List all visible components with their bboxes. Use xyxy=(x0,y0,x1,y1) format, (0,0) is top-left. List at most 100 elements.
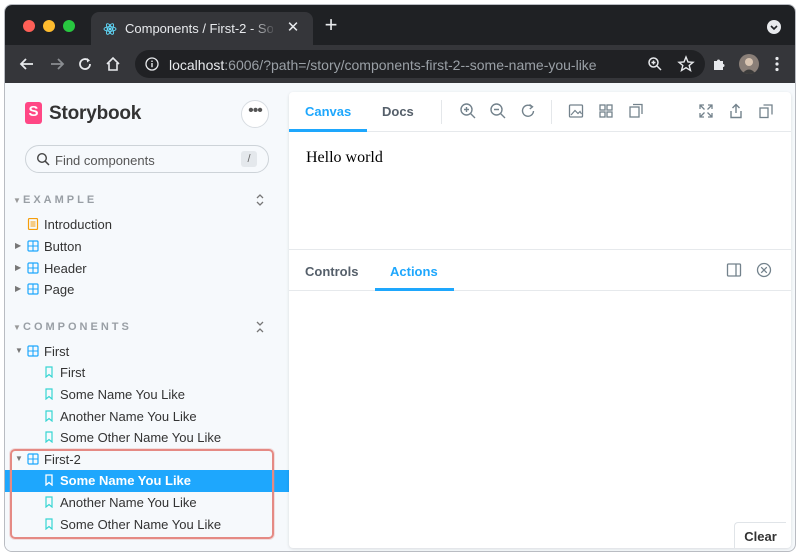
sidebar-story-another-name[interactable]: Another Name You Like xyxy=(5,406,289,428)
sidebar-item-first[interactable]: ▼ First xyxy=(5,341,289,363)
expand-all-icon[interactable] xyxy=(253,193,267,207)
addons-panel: Controls Actions Clear xyxy=(289,249,791,548)
component-icon xyxy=(27,262,39,274)
info-icon[interactable] xyxy=(145,57,159,71)
sidebar-item-label: Some Name You Like xyxy=(60,387,186,402)
brand-name: Storybook xyxy=(49,103,142,124)
search-input[interactable]: Find components / xyxy=(25,145,269,173)
browser-window: Components / First-2 - Some Name You Lik… xyxy=(4,4,796,552)
active-tab-indicator xyxy=(289,129,367,132)
search-icon xyxy=(36,152,50,166)
component-icon xyxy=(27,240,39,252)
bookmark-star-icon[interactable] xyxy=(677,55,695,73)
component-icon xyxy=(27,345,39,357)
toolbar-divider xyxy=(551,100,552,124)
sidebar-item-button[interactable]: ▶ Button xyxy=(5,236,289,258)
new-tab-button[interactable]: + xyxy=(323,14,339,36)
storybook-sidebar: S Storybook ••• Find components / ▼ EXAMP… xyxy=(5,83,289,551)
tab-title-fade xyxy=(251,16,277,40)
caret-down-icon: ▼ xyxy=(15,346,23,355)
preview-toolbar: Canvas Docs xyxy=(289,92,791,132)
zoom-in-icon[interactable] xyxy=(459,102,477,120)
url-text: localhost:6006/?path=/story/components-f… xyxy=(169,57,597,73)
grid-icon[interactable] xyxy=(597,102,615,120)
tab-actions[interactable]: Actions xyxy=(390,264,438,279)
tab-docs[interactable]: Docs xyxy=(382,104,414,119)
sidebar-story-some-name[interactable]: Some Name You Like xyxy=(5,384,289,406)
address-bar[interactable]: localhost:6006/?path=/story/components-f… xyxy=(135,50,705,78)
sidebar-item-header[interactable]: ▶ Header xyxy=(5,258,289,280)
copy-link-icon[interactable] xyxy=(757,102,775,120)
tab-canvas[interactable]: Canvas xyxy=(305,104,351,119)
reload-icon[interactable] xyxy=(75,54,95,74)
more-vertical-icon[interactable] xyxy=(767,54,787,74)
annotation-highlight-box xyxy=(10,449,274,539)
sidebar-item-introduction[interactable]: Introduction xyxy=(5,214,289,236)
share-icon[interactable] xyxy=(727,102,745,120)
sidebar-item-label: First xyxy=(60,365,86,380)
sidebar-story-some-other-name[interactable]: Some Other Name You Like xyxy=(5,427,289,449)
section-title-components[interactable]: ▼ COMPONENTS xyxy=(13,321,132,335)
caret-right-icon: ▶ xyxy=(15,263,22,272)
back-icon[interactable] xyxy=(17,54,37,74)
maximize-window-button[interactable] xyxy=(63,20,75,32)
tab-strip: Components / First-2 - Some Name You Lik… xyxy=(5,5,795,45)
caret-down-icon: ▼ xyxy=(13,196,21,205)
url-path: :6006/?path=/story/components-first-2--s… xyxy=(224,57,597,73)
section-label: COMPONENTS xyxy=(23,321,132,333)
sidebar-item-label: Another Name You Like xyxy=(60,409,197,424)
fullscreen-icon[interactable] xyxy=(697,102,715,120)
sidebar-item-label: Button xyxy=(44,239,82,254)
zoom-reset-icon[interactable] xyxy=(519,102,537,120)
logo-letter: S xyxy=(28,103,39,120)
browser-tab[interactable]: Components / First-2 - Some Name You Lik… xyxy=(91,12,313,45)
storybook-logo-icon: S xyxy=(25,102,42,124)
tab-search-icon[interactable] xyxy=(767,20,781,34)
bookmark-icon xyxy=(45,431,53,443)
bookmark-icon xyxy=(45,388,53,400)
sidebar-item-label: Introduction xyxy=(44,217,112,232)
zoom-out-icon[interactable] xyxy=(489,102,507,120)
close-tab-icon[interactable]: ✕ xyxy=(285,20,301,36)
clear-actions-button[interactable]: Clear xyxy=(734,522,786,548)
caret-right-icon: ▶ xyxy=(15,284,22,293)
react-icon xyxy=(103,23,117,35)
panel-orientation-icon[interactable] xyxy=(725,261,743,279)
caret-right-icon: ▶ xyxy=(15,241,22,250)
addons-tabbar: Controls Actions xyxy=(289,250,791,291)
bookmark-icon xyxy=(45,410,53,422)
zoom-icon[interactable] xyxy=(647,56,663,72)
active-tab-indicator xyxy=(375,288,454,291)
minimize-window-button[interactable] xyxy=(43,20,55,32)
section-label: EXAMPLE xyxy=(23,194,98,206)
preview-panel: Canvas Docs Hello world Controls Actions… xyxy=(289,92,791,548)
caret-down-icon: ▼ xyxy=(13,323,21,332)
tab-controls[interactable]: Controls xyxy=(305,264,358,279)
component-icon xyxy=(27,283,39,295)
background-image-icon[interactable] xyxy=(567,102,585,120)
sidebar-menu-button[interactable]: ••• xyxy=(241,100,269,128)
document-icon xyxy=(27,218,39,230)
outline-icon[interactable] xyxy=(627,102,645,120)
close-panel-icon[interactable] xyxy=(755,261,773,279)
close-window-button[interactable] xyxy=(23,20,35,32)
browser-toolbar: localhost:6006/?path=/story/components-f… xyxy=(5,45,795,83)
profile-avatar[interactable] xyxy=(739,54,759,74)
section-title-example[interactable]: ▼ EXAMPLE xyxy=(13,194,97,208)
story-canvas-content: Hello world xyxy=(306,149,383,166)
sidebar-story-first[interactable]: First xyxy=(5,362,289,384)
search-shortcut-badge: / xyxy=(241,151,257,167)
sidebar-item-label: Page xyxy=(44,282,75,297)
sidebar-item-label: First xyxy=(44,344,70,359)
home-icon[interactable] xyxy=(103,54,123,74)
sidebar-item-page[interactable]: ▶ Page xyxy=(5,279,289,301)
toolbar-divider xyxy=(441,100,442,124)
sidebar-item-label: Some Other Name You Like xyxy=(60,430,222,445)
search-placeholder: Find components xyxy=(55,153,155,168)
url-host: localhost xyxy=(169,57,225,73)
sidebar-item-label: Header xyxy=(44,261,87,276)
forward-icon[interactable] xyxy=(47,54,67,74)
collapse-all-icon[interactable] xyxy=(253,320,267,334)
extensions-icon[interactable] xyxy=(709,54,729,74)
bookmark-icon xyxy=(45,366,53,378)
